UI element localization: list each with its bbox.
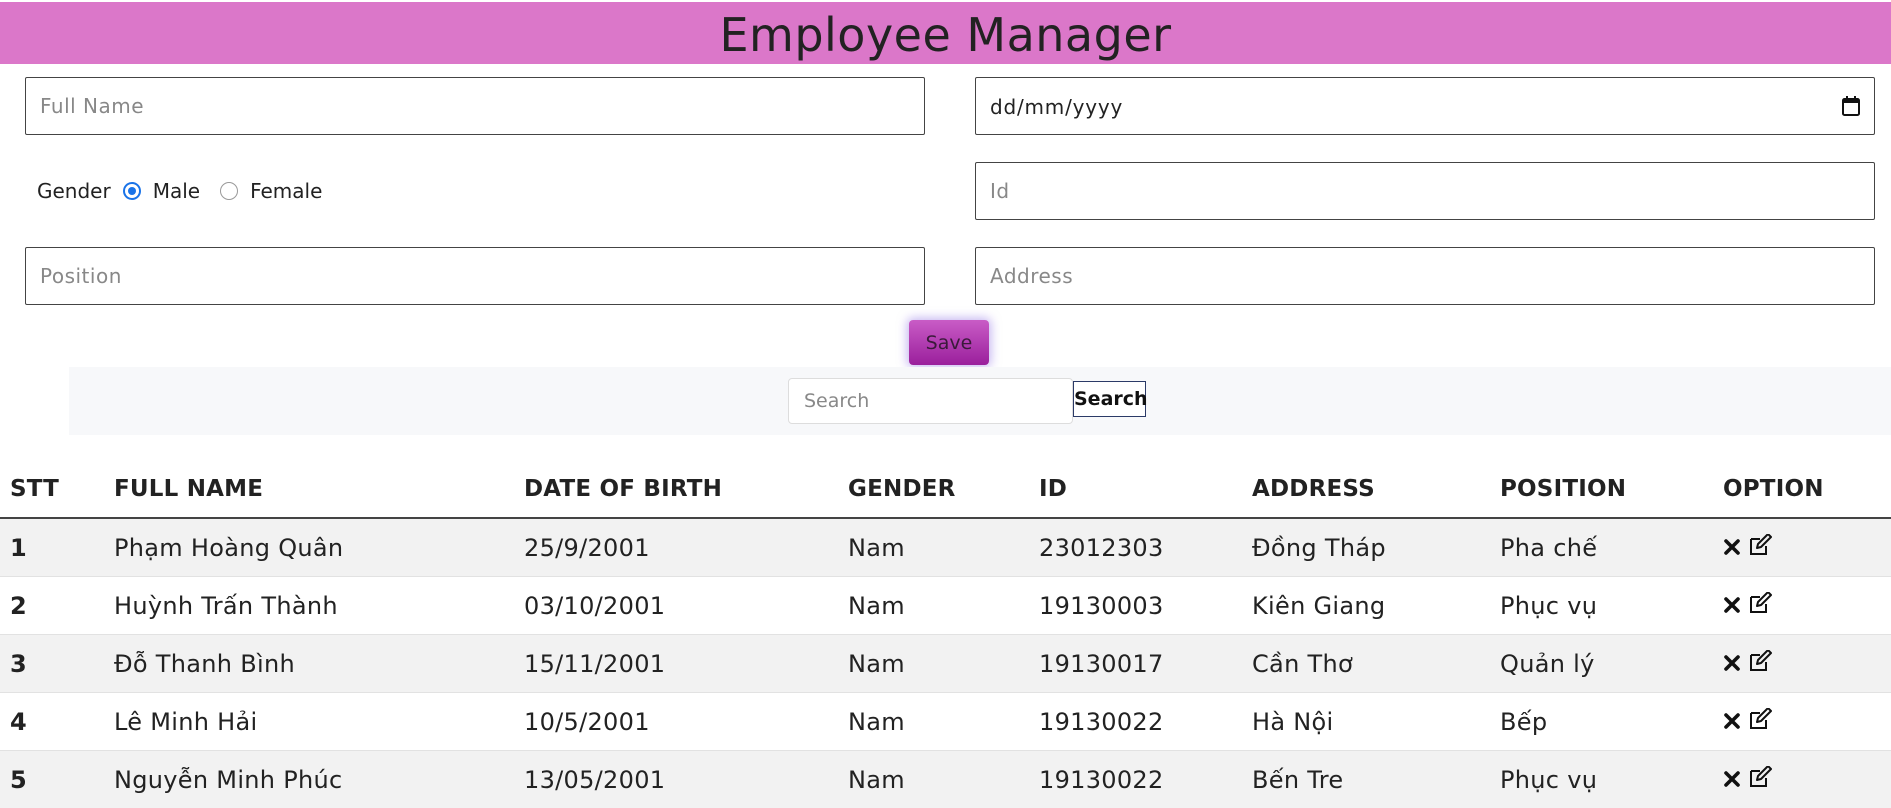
table-row: 4 Lê Minh Hải 10/5/2001 Nam 19130022 Hà …: [0, 693, 1891, 751]
gender-group: Gender Male Female: [37, 176, 322, 206]
id-field[interactable]: [975, 162, 1875, 220]
page-title: Employee Manager: [0, 2, 1891, 68]
edit-icon[interactable]: [1749, 650, 1773, 678]
cell-option: [1713, 751, 1891, 808]
cell-address: Kiên Giang: [1242, 577, 1490, 635]
cell-gender: Nam: [838, 693, 1029, 751]
col-header-gender: GENDER: [838, 460, 1029, 518]
table-row: 3 Đỗ Thanh Bình 15/11/2001 Nam 19130017 …: [0, 635, 1891, 693]
employee-table: STT FULL NAME DATE OF BIRTH GENDER ID AD…: [0, 460, 1891, 808]
position-input[interactable]: [26, 248, 924, 304]
col-header-fullname: FULL NAME: [104, 460, 514, 518]
edit-icon[interactable]: [1749, 534, 1773, 562]
cell-stt: 5: [0, 751, 104, 808]
address-field[interactable]: [975, 247, 1875, 305]
gender-label: Gender: [37, 179, 111, 203]
calendar-icon[interactable]: [1842, 96, 1860, 116]
cell-gender: Nam: [838, 635, 1029, 693]
col-header-position: POSITION: [1490, 460, 1713, 518]
cell-address: Bến Tre: [1242, 751, 1490, 808]
cell-option: [1713, 577, 1891, 635]
app-header: Employee Manager: [0, 2, 1891, 64]
col-header-option: OPTION: [1713, 460, 1891, 518]
cell-stt: 2: [0, 577, 104, 635]
search-input[interactable]: [789, 379, 1072, 423]
col-header-stt: STT: [0, 460, 104, 518]
col-header-address: ADDRESS: [1242, 460, 1490, 518]
cell-gender: Nam: [838, 518, 1029, 577]
cell-address: Đồng Tháp: [1242, 518, 1490, 577]
male-radio[interactable]: [123, 182, 141, 200]
female-label[interactable]: Female: [250, 179, 322, 203]
cell-option: [1713, 518, 1891, 577]
cell-address: Cần Thơ: [1242, 635, 1490, 693]
cell-id: 19130022: [1029, 751, 1242, 808]
table-row: 1 Phạm Hoàng Quân 25/9/2001 Nam 23012303…: [0, 518, 1891, 577]
cell-stt: 3: [0, 635, 104, 693]
cell-dob: 15/11/2001: [514, 635, 838, 693]
cell-name: Nguyễn Minh Phúc: [104, 751, 514, 808]
table-row: 5 Nguyễn Minh Phúc 13/05/2001 Nam 191300…: [0, 751, 1891, 808]
dob-placeholder: dd/mm/yyyy: [990, 78, 1123, 136]
delete-icon[interactable]: [1723, 708, 1741, 736]
delete-icon[interactable]: [1723, 650, 1741, 678]
cell-name: Huỳnh Trấn Thành: [104, 577, 514, 635]
col-header-dob: DATE OF BIRTH: [514, 460, 838, 518]
id-input[interactable]: [976, 163, 1874, 219]
cell-name: Lê Minh Hải: [104, 693, 514, 751]
cell-dob: 03/10/2001: [514, 577, 838, 635]
cell-position: Quản lý: [1490, 635, 1713, 693]
fullname-field[interactable]: [25, 77, 925, 135]
cell-id: 19130003: [1029, 577, 1242, 635]
save-button[interactable]: Save: [909, 320, 989, 365]
delete-icon[interactable]: [1723, 766, 1741, 794]
delete-icon[interactable]: [1723, 592, 1741, 620]
cell-id: 23012303: [1029, 518, 1242, 577]
cell-stt: 1: [0, 518, 104, 577]
cell-id: 19130022: [1029, 693, 1242, 751]
cell-gender: Nam: [838, 577, 1029, 635]
cell-name: Phạm Hoàng Quân: [104, 518, 514, 577]
search-button[interactable]: Search: [1073, 381, 1146, 417]
table-header-row: STT FULL NAME DATE OF BIRTH GENDER ID AD…: [0, 460, 1891, 518]
cell-name: Đỗ Thanh Bình: [104, 635, 514, 693]
col-header-id: ID: [1029, 460, 1242, 518]
cell-option: [1713, 635, 1891, 693]
edit-icon[interactable]: [1749, 708, 1773, 736]
cell-id: 19130017: [1029, 635, 1242, 693]
address-input[interactable]: [976, 248, 1874, 304]
delete-icon[interactable]: [1723, 534, 1741, 562]
male-label[interactable]: Male: [153, 179, 200, 203]
cell-dob: 25/9/2001: [514, 518, 838, 577]
fullname-input[interactable]: [26, 78, 924, 134]
cell-position: Bếp: [1490, 693, 1713, 751]
table-row: 2 Huỳnh Trấn Thành 03/10/2001 Nam 191300…: [0, 577, 1891, 635]
female-radio[interactable]: [220, 182, 238, 200]
dob-field[interactable]: dd/mm/yyyy: [975, 77, 1875, 135]
cell-position: Phục vụ: [1490, 751, 1713, 808]
cell-position: Phục vụ: [1490, 577, 1713, 635]
cell-gender: Nam: [838, 751, 1029, 808]
cell-position: Pha chế: [1490, 518, 1713, 577]
edit-icon[interactable]: [1749, 592, 1773, 620]
cell-address: Hà Nội: [1242, 693, 1490, 751]
search-field[interactable]: [788, 378, 1073, 424]
cell-option: [1713, 693, 1891, 751]
cell-dob: 13/05/2001: [514, 751, 838, 808]
edit-icon[interactable]: [1749, 766, 1773, 794]
cell-dob: 10/5/2001: [514, 693, 838, 751]
position-field[interactable]: [25, 247, 925, 305]
cell-stt: 4: [0, 693, 104, 751]
